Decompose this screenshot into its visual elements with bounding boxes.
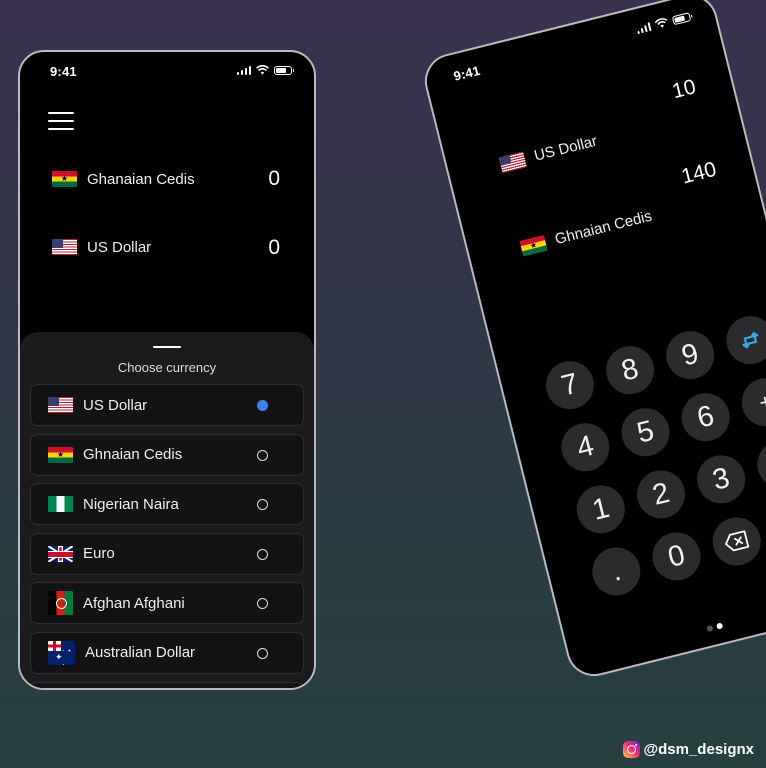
- page-dot[interactable]: [706, 624, 714, 633]
- bottom-currency-row[interactable]: Ghnaian Cedis: [519, 207, 654, 257]
- currency-option-nigerian-naira[interactable]: Nigerian Naira: [30, 483, 304, 526]
- uk-flag-icon: [48, 545, 73, 562]
- cellular-signal-icon: [635, 21, 652, 35]
- swap-icon: [742, 331, 759, 349]
- ghana-flag-icon: [519, 234, 548, 257]
- nigeria-flag-icon: [48, 496, 73, 513]
- key-0[interactable]: 0: [647, 527, 706, 586]
- key-8[interactable]: 8: [600, 341, 660, 400]
- from-currency-row[interactable]: Ghanaian Cedis 0: [52, 164, 280, 194]
- australia-flag-icon: [48, 640, 75, 665]
- currency-option-label: Nigerian Naira: [83, 495, 179, 513]
- key-6[interactable]: 6: [676, 388, 735, 447]
- currency-option-euro[interactable]: Euro: [30, 532, 304, 575]
- ghana-flag-icon: [48, 446, 73, 463]
- page-dot-active[interactable]: [715, 622, 724, 630]
- currency-option-australian-dollar[interactable]: Australian Dollar: [30, 631, 304, 674]
- battery-icon: [671, 11, 692, 25]
- from-currency-name: Ghanaian Cedis: [87, 170, 195, 188]
- backspace-icon: [725, 530, 750, 552]
- bottom-amount: 140: [679, 157, 719, 189]
- backspace-button[interactable]: [707, 512, 766, 571]
- watermark: @dsm_designx: [622, 741, 755, 758]
- radio-unselected[interactable]: [257, 548, 268, 560]
- afghanistan-flag-icon: [48, 591, 73, 616]
- wifi-icon: [256, 65, 269, 75]
- to-currency-row[interactable]: US Dollar 0: [52, 232, 280, 262]
- us-flag-icon: [52, 239, 77, 255]
- status-icons: [635, 11, 692, 35]
- minus-button[interactable]: -: [752, 435, 766, 494]
- wifi-icon: [654, 18, 668, 28]
- key-4[interactable]: 4: [556, 418, 615, 477]
- currency-option-label: US Dollar: [83, 396, 148, 414]
- plus-button[interactable]: +: [736, 373, 766, 432]
- to-currency-name: US Dollar: [87, 238, 152, 256]
- us-flag-icon: [498, 151, 527, 173]
- to-currency-value: 0: [268, 236, 280, 259]
- key-2[interactable]: 2: [631, 465, 691, 524]
- cellular-signal-icon: [236, 65, 251, 75]
- keypad: 7 8 9 4 5 6 + 1 2 3 - . 0 =: [540, 307, 766, 601]
- status-time: 9:41: [451, 62, 482, 84]
- status-time: 9:41: [50, 64, 77, 79]
- swap-button[interactable]: [721, 311, 766, 370]
- radio-unselected[interactable]: [257, 598, 268, 610]
- currency-option-label: Ghnaian Cedis: [83, 446, 183, 464]
- decimal-button[interactable]: .: [587, 542, 646, 601]
- radio-unselected[interactable]: [257, 449, 268, 461]
- converter-phone: 9:41 Ghanaian Cedis 0 US Dollar 0 Choose…: [18, 50, 316, 690]
- sheet-grab-handle[interactable]: [153, 346, 181, 348]
- key-3[interactable]: 3: [692, 450, 751, 509]
- page-indicator: [570, 589, 766, 666]
- choose-currency-sheet: Choose currency US Dollar Ghnaian Cedis …: [20, 332, 314, 688]
- currency-option-label: Euro: [83, 545, 115, 563]
- menu-icon[interactable]: [48, 112, 74, 130]
- currency-option-ghana-cedis[interactable]: Ghnaian Cedis: [30, 433, 304, 476]
- us-flag-icon: [48, 397, 73, 413]
- status-icons: [236, 65, 294, 75]
- ghana-flag-icon: [52, 171, 77, 187]
- radio-unselected[interactable]: [257, 499, 268, 511]
- key-1[interactable]: 1: [571, 480, 630, 539]
- status-bar: 9:41: [20, 52, 314, 92]
- top-currency-name: US Dollar: [532, 132, 599, 165]
- currency-option-label: Afghan Afghani: [83, 594, 185, 612]
- currency-option-afghan-afghani[interactable]: Afghan Afghani: [30, 582, 304, 625]
- currency-option-partial[interactable]: [30, 681, 304, 688]
- bottom-currency-name: Ghnaian Cedis: [553, 207, 654, 249]
- from-currency-value: 0: [268, 167, 280, 190]
- top-currency-row[interactable]: US Dollar: [498, 132, 599, 173]
- calculator-phone: 9:41 10 US Dollar 140 Ghnaian Cedis 7 8 …: [419, 0, 766, 682]
- key-7[interactable]: 7: [540, 356, 599, 415]
- radio-selected[interactable]: [257, 400, 268, 411]
- sheet-title: Choose currency: [117, 360, 217, 375]
- watermark-handle: @dsm_designx: [643, 741, 755, 758]
- instagram-icon: [622, 741, 640, 758]
- top-amount: 10: [669, 75, 699, 104]
- key-5[interactable]: 5: [616, 403, 675, 462]
- battery-icon: [274, 65, 294, 75]
- currency-option-label: Australian Dollar: [85, 644, 196, 662]
- key-9[interactable]: 9: [661, 326, 720, 385]
- radio-unselected[interactable]: [257, 647, 268, 659]
- currency-list: US Dollar Ghnaian Cedis Nigerian Naira E…: [30, 384, 304, 688]
- currency-option-us-dollar[interactable]: US Dollar: [30, 384, 304, 426]
